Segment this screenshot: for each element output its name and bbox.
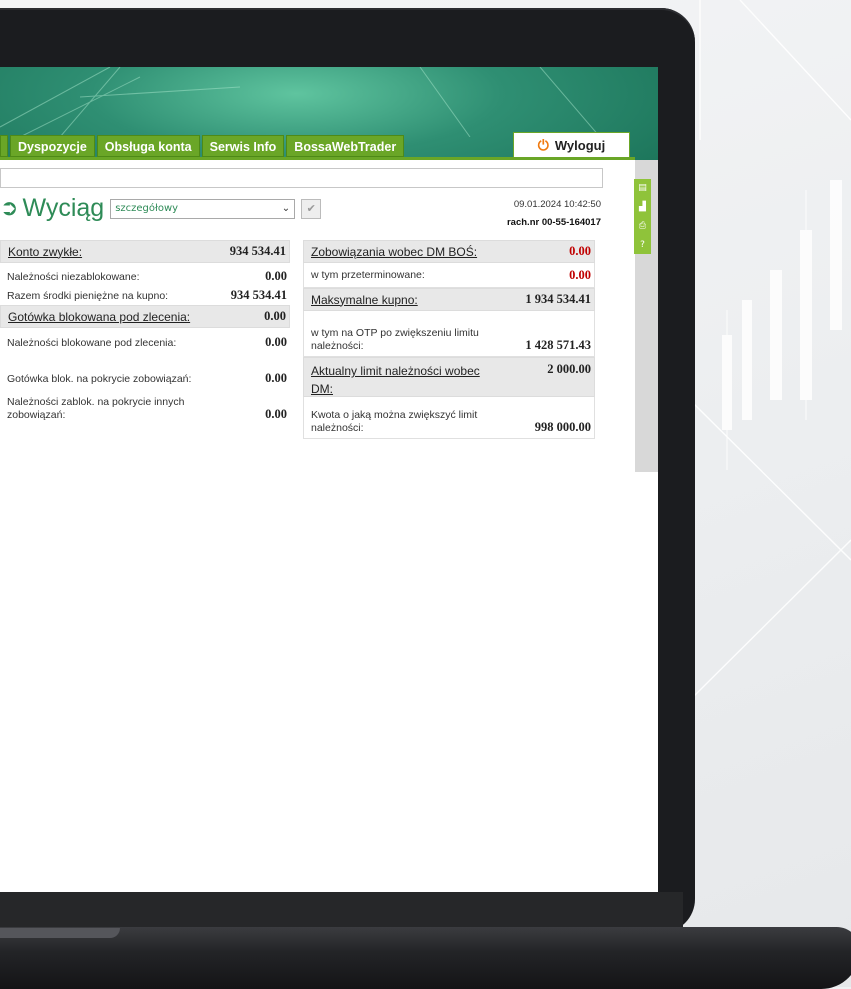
nal-blok-row: Należności blokowane pod zlecenia: 0.00 xyxy=(0,332,290,353)
got-blok-label: Gotówka blok. na pokrycie zobowiązań: xyxy=(7,373,192,385)
statement-title-row: ➲ Wyciąg szczegółowy ⌄ ✔ xyxy=(0,194,322,223)
help-icon[interactable]: ? xyxy=(640,240,645,250)
przeterm-value: 0.00 xyxy=(569,267,591,282)
screen-bezel-bottom xyxy=(0,892,683,927)
gotowka-label[interactable]: Gotówka blokowana pod zlecenia: xyxy=(8,310,190,324)
side-toolbar: ▤ ▟ ⎙ ? xyxy=(634,179,651,254)
nal-niezab-row: Należności niezablokowane: 0.00 xyxy=(0,267,290,286)
nal-zablok-label: Należności zablok. na pokrycie innych zo… xyxy=(7,396,185,421)
nal-blok-value: 0.00 xyxy=(265,335,287,349)
confirm-button[interactable]: ✔ xyxy=(301,198,322,219)
nal-niezab-value: 0.00 xyxy=(265,269,287,283)
arrow-right-circle-icon: ➲ xyxy=(0,196,19,221)
power-icon: ⏻ xyxy=(537,136,549,153)
tab-partial[interactable] xyxy=(0,135,8,157)
logout-button[interactable]: ⏻ Wyloguj xyxy=(513,132,630,158)
konto-value: 934 534.41 xyxy=(229,244,286,258)
tab-obsluga-konta[interactable]: Obsługa konta xyxy=(96,135,200,157)
nal-niezab-label: Należności niezablokowane: xyxy=(7,270,140,283)
przeterm-label: w tym przeterminowane: xyxy=(311,269,425,281)
laptop-screen: Dyspozycje Obsługa konta Serwis Info Bos… xyxy=(0,67,658,892)
banner-graphic xyxy=(0,67,601,138)
zobow-value: 0.00 xyxy=(569,244,591,258)
table-icon[interactable]: ▤ xyxy=(638,183,647,193)
zobow-row: Zobowiązania wobec DM BOŚ: 0.00 xyxy=(303,240,595,263)
kwota-row: Kwota o jaką można zwiększyć limit należ… xyxy=(303,397,595,439)
razem-value: 934 534.41 xyxy=(230,288,287,302)
nal-zablok-value: 0.00 xyxy=(265,407,287,421)
view-select[interactable]: szczegółowy ⌄ xyxy=(110,198,296,219)
nal-blok-label: Należności blokowane pod zlecenia: xyxy=(7,336,177,349)
tab-dyspozycje[interactable]: Dyspozycje xyxy=(10,135,95,157)
got-blok-row: Gotówka blok. na pokrycie zobowiązań: 0.… xyxy=(0,353,290,389)
maks-row: Maksymalne kupno: 1 934 534.41 xyxy=(303,288,595,311)
maks-value: 1 934 534.41 xyxy=(525,292,591,306)
razem-row: Razem środki pieniężne na kupno: 934 534… xyxy=(0,286,290,305)
right-balance-panel: Zobowiązania wobec DM BOŚ: 0.00 w tym pr… xyxy=(303,240,595,439)
statement-content: ➲ Wyciąg szczegółowy ⌄ ✔ 09.01.2024 10:4… xyxy=(0,160,635,472)
zobow-label[interactable]: Zobowiązania wobec DM BOŚ: xyxy=(311,245,477,259)
laptop-base-notch xyxy=(0,928,120,938)
otp-label: w tym na OTP po zwiększeniu limitu należ… xyxy=(311,327,479,352)
przeterm-row: w tym przeterminowane: 0.00 xyxy=(303,263,595,288)
account-number: rach.nr 00-55-164017 xyxy=(506,217,601,228)
konto-row: Konto zwykłe: 934 534.41 xyxy=(0,240,290,263)
view-select-value: szczegółowy xyxy=(115,203,179,214)
got-blok-value: 0.00 xyxy=(265,371,287,385)
kwota-value: 998 000.00 xyxy=(534,420,591,434)
tab-bossawebtrader[interactable]: BossaWebTrader xyxy=(286,135,405,157)
logout-label: Wyloguj xyxy=(554,137,606,153)
otp-row: w tym na OTP po zwiększeniu limitu należ… xyxy=(303,311,595,357)
gotowka-row: Gotówka blokowana pod zlecenia: 0.00 xyxy=(0,305,290,328)
razem-label: Razem środki pieniężne na kupno: xyxy=(7,289,169,302)
nal-zablok-row: Należności zablok. na pokrycie innych zo… xyxy=(0,389,290,425)
main-nav: Dyspozycje Obsługa konta Serwis Info Bos… xyxy=(0,135,405,157)
laptop-base xyxy=(0,927,851,989)
chart-icon[interactable]: ▟ xyxy=(639,202,646,212)
statement-datetime: 09.01.2024 10:42:50 xyxy=(513,199,601,210)
left-balance-panel: Konto zwykłe: 934 534.41 Należności niez… xyxy=(0,240,290,425)
otp-value: 1 428 571.43 xyxy=(525,338,591,352)
limit-label[interactable]: Aktualny limit należności wobec DM: xyxy=(311,362,501,398)
page-title: Wyciąg xyxy=(22,194,105,222)
gotowka-value: 0.00 xyxy=(264,309,286,323)
message-box xyxy=(0,168,603,188)
check-icon: ✔ xyxy=(306,202,316,215)
chevron-down-icon: ⌄ xyxy=(281,203,291,214)
tab-serwis-info[interactable]: Serwis Info xyxy=(201,135,285,157)
maks-label[interactable]: Maksymalne kupno: xyxy=(311,293,418,307)
limit-value: 2 000.00 xyxy=(547,362,591,376)
kwota-label: Kwota o jaką można zwiększyć limit należ… xyxy=(311,409,478,434)
print-icon[interactable]: ⎙ xyxy=(639,221,646,231)
limit-row: Aktualny limit należności wobec DM: 2 00… xyxy=(303,357,595,397)
konto-label[interactable]: Konto zwykłe: xyxy=(8,245,82,259)
